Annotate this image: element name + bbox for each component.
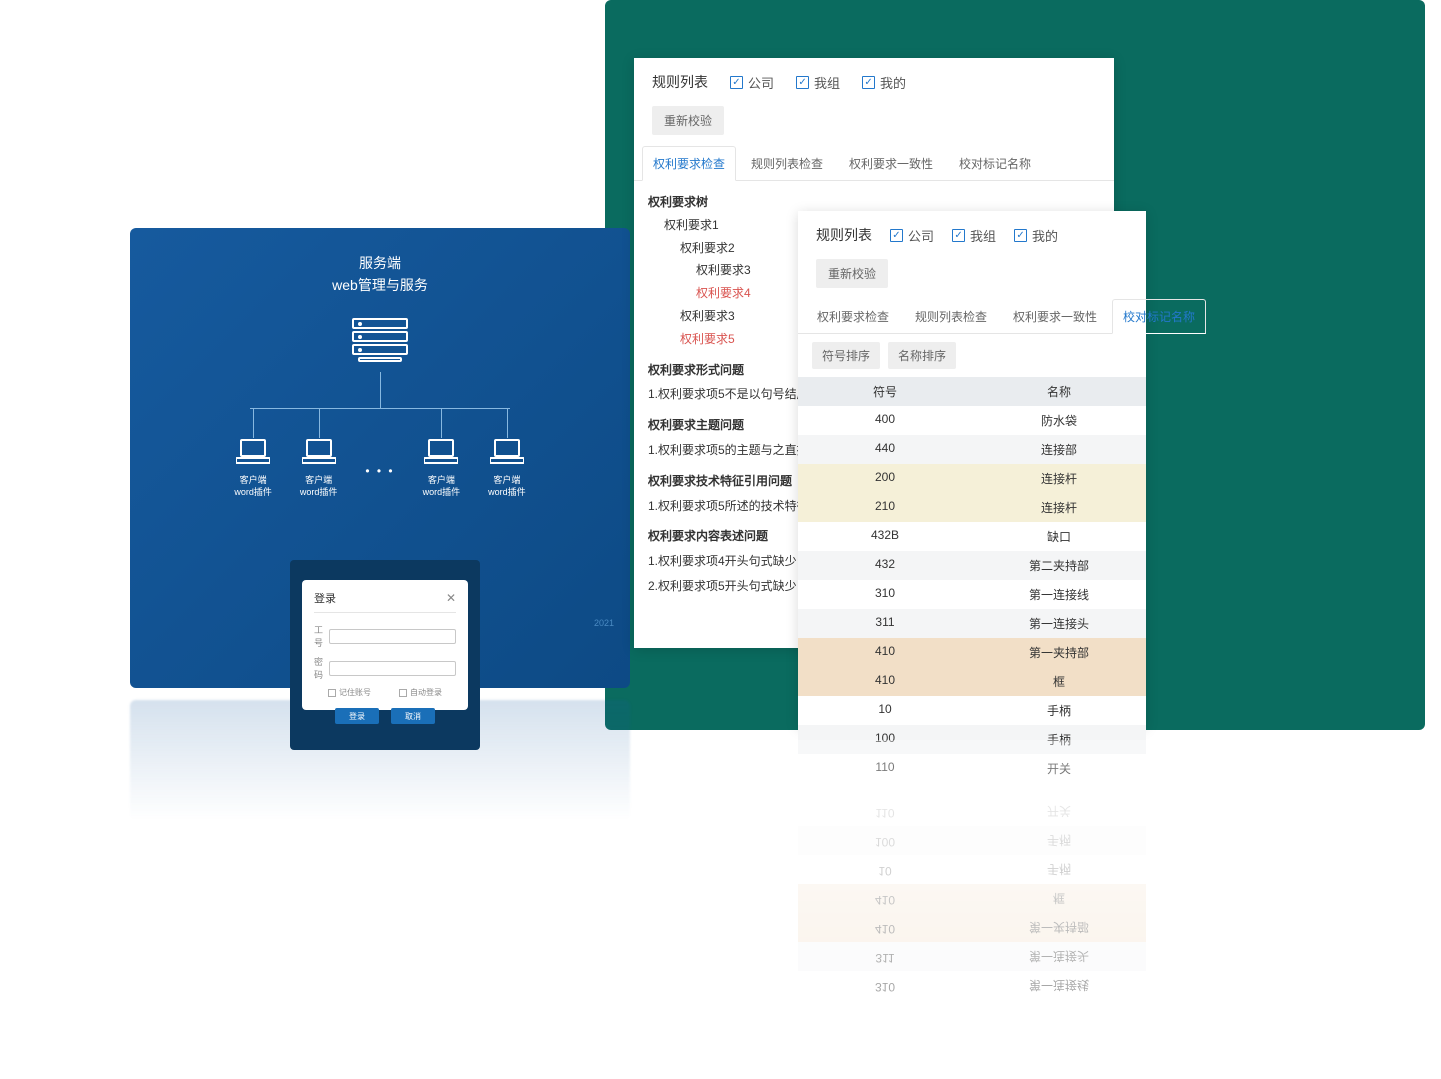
cell-name: 第一连接线 [972,580,1146,609]
cell-code: 311 [798,609,972,638]
tab-rule-list[interactable]: 规则列表检查 [740,146,834,181]
panel-title: 规则列表 [816,225,872,245]
filter-mine[interactable]: ✓我的 [862,73,906,92]
filter-company[interactable]: ✓公司 [730,73,774,92]
filter-mine[interactable]: ✓我的 [1014,226,1058,245]
cell-name: 缺口 [972,522,1146,551]
laptop-icon [236,438,270,466]
server-icon [352,318,408,360]
client-node: 客户端word插件 [488,408,526,498]
cell-name: 手柄 [972,696,1146,725]
laptop-icon [490,438,524,466]
cell-code: 200 [798,464,972,493]
filter-group[interactable]: ✓我组 [796,73,840,92]
cell-code: 400 [798,406,972,435]
cell-code: 310 [798,580,972,609]
marks-table: 符号 名称 400防水袋440连接部200连接杆210连接杆432B缺口432第… [798,377,1146,783]
table-row[interactable]: 210连接杆 [798,493,1146,522]
cell-code: 410 [798,638,972,667]
close-icon[interactable]: ✕ [446,591,456,605]
table-header: 符号 名称 [798,377,1146,406]
title-line1: 服务端 [130,252,630,274]
autologin-checkbox[interactable]: 自动登录 [399,687,442,698]
cell-name: 连接杆 [972,493,1146,522]
login-button[interactable]: 登录 [335,708,379,724]
table-row[interactable]: 200连接杆 [798,464,1146,493]
title-line2: web管理与服务 [130,274,630,296]
diagram-title: 服务端 web管理与服务 [130,228,630,297]
reflection-decoration: 310第一连接线311第一连接头410第一夹持部410框10手柄100手柄110… [798,740,1146,1000]
client-row: 客户端word插件 客户端word插件 • • • 客户端word插件 客户端w… [130,408,630,498]
cell-name: 第一夹持部 [972,638,1146,667]
cell-code: 10 [798,696,972,725]
login-dialog: 登录 ✕ 工号 密码 记住账号 自动登录 登录 取消 [302,580,468,710]
cell-name: 第二夹持部 [972,551,1146,580]
cell-code: 432B [798,522,972,551]
tab-bar: 权利要求检查 规则列表检查 权利要求一致性 校对标记名称 [798,298,1146,334]
cell-name: 第一连接头 [972,609,1146,638]
tab-consistency[interactable]: 权利要求一致性 [1002,299,1108,334]
diagram: 客户端word插件 客户端word插件 • • • 客户端word插件 客户端w… [130,318,630,598]
tab-bar: 权利要求检查 规则列表检查 权利要求一致性 校对标记名称 [634,145,1114,181]
table-row[interactable]: 410第一夹持部 [798,638,1146,667]
col-name: 名称 [972,377,1146,406]
tab-consistency[interactable]: 权利要求一致性 [838,146,944,181]
ellipsis-icon: • • • [365,464,394,478]
cell-name: 连接杆 [972,464,1146,493]
client-node: 客户端word插件 [423,408,461,498]
login-dialog-backdrop: 登录 ✕ 工号 密码 记住账号 自动登录 登录 取消 [290,560,480,750]
filter-group[interactable]: ✓我组 [952,226,996,245]
col-code: 符号 [798,377,972,406]
user-input[interactable] [329,629,456,644]
table-row[interactable]: 400防水袋 [798,406,1146,435]
table-row[interactable]: 440连接部 [798,435,1146,464]
tab-rule-list[interactable]: 规则列表检查 [904,299,998,334]
laptop-icon [302,438,336,466]
copyright: 2021 [594,618,614,628]
tab-mark-name[interactable]: 校对标记名称 [948,146,1042,181]
tab-claim-check[interactable]: 权利要求检查 [642,146,736,181]
revalidate-button[interactable]: 重新校验 [816,259,888,288]
cell-code: 410 [798,667,972,696]
cell-code: 440 [798,435,972,464]
client-node: 客户端word插件 [300,408,338,498]
revalidate-button[interactable]: 重新校验 [652,106,724,135]
sort-by-name-button[interactable]: 名称排序 [888,342,956,369]
table-row[interactable]: 310第一连接线 [798,580,1146,609]
table-row[interactable]: 10手柄 [798,696,1146,725]
cell-name: 框 [972,667,1146,696]
tab-mark-name[interactable]: 校对标记名称 [1112,299,1206,334]
cell-code: 432 [798,551,972,580]
laptop-icon [424,438,458,466]
remember-checkbox[interactable]: 记住账号 [328,687,371,698]
table-row[interactable]: 432第二夹持部 [798,551,1146,580]
cell-name: 连接部 [972,435,1146,464]
client-node: 客户端word插件 [234,408,272,498]
sort-by-code-button[interactable]: 符号排序 [812,342,880,369]
panel-title: 规则列表 [652,72,708,92]
user-label: 工号 [314,623,323,649]
cell-code: 210 [798,493,972,522]
filter-company[interactable]: ✓公司 [890,226,934,245]
tab-claim-check[interactable]: 权利要求检查 [806,299,900,334]
cell-name: 防水袋 [972,406,1146,435]
table-row[interactable]: 432B缺口 [798,522,1146,551]
rules-panel-marks: 规则列表 ✓公司 ✓我组 ✓我的 重新校验 权利要求检查 规则列表检查 权利要求… [798,211,1146,727]
table-row[interactable]: 311第一连接头 [798,609,1146,638]
pass-input[interactable] [329,661,456,676]
pass-label: 密码 [314,655,323,681]
login-title: 登录 [314,590,336,606]
cancel-button[interactable]: 取消 [391,708,435,724]
table-row[interactable]: 410框 [798,667,1146,696]
